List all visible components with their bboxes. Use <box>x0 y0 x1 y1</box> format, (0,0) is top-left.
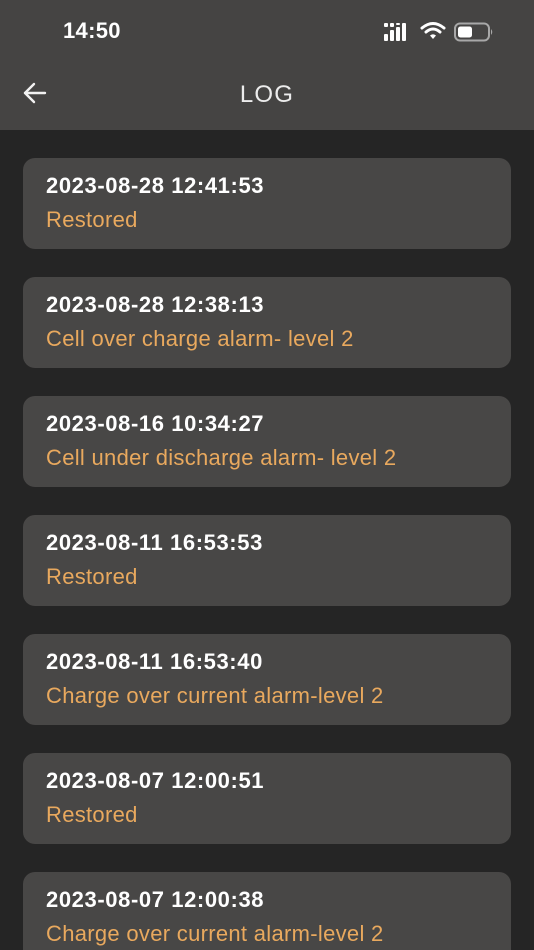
log-list: 2023-08-28 12:41:53 Restored 2023-08-28 12… <box>23 158 511 950</box>
log-entry[interactable]: 2023-08-11 16:53:40 Charge over current a… <box>23 634 511 725</box>
log-entry-timestamp: 2023-08-28 12:41:53 <box>46 173 265 198</box>
log-screen: 14:50 LOG 2023-08-28 12:41:53 Restored 2… <box>0 0 534 950</box>
log-entry[interactable]: 2023-08-11 16:53:53 Restored <box>23 515 511 606</box>
log-entry-message: Charge over current alarm-level 2 <box>46 683 384 708</box>
top-bar: 14:50 LOG <box>0 0 534 130</box>
battery-icon <box>454 22 493 42</box>
log-entry-timestamp: 2023-08-07 12:00:38 <box>46 887 265 912</box>
log-entry[interactable]: 2023-08-28 12:41:53 Restored <box>23 158 511 249</box>
wifi-icon <box>420 22 446 39</box>
log-entry-message: Cell under discharge alarm- level 2 <box>46 445 397 470</box>
log-entry-message: Cell over charge alarm- level 2 <box>46 326 354 351</box>
log-entry-message: Restored <box>46 564 138 589</box>
log-entry[interactable]: 2023-08-28 12:38:13 Cell over charge alar… <box>23 277 511 368</box>
log-entry[interactable]: 2023-08-16 10:34:27 Cell under discharge … <box>23 396 511 487</box>
page-title: LOG <box>239 81 295 108</box>
log-entry[interactable]: 2023-08-07 12:00:38 Charge over current a… <box>23 872 511 950</box>
log-entry-timestamp: 2023-08-28 12:38:13 <box>46 292 265 317</box>
log-entry-timestamp: 2023-08-07 12:00:51 <box>46 768 265 793</box>
status-bar: 14:50 <box>0 0 534 64</box>
log-entry-timestamp: 2023-08-11 16:53:53 <box>46 530 263 555</box>
status-time: 14:50 <box>63 18 121 43</box>
log-entry[interactable]: 2023-08-07 12:00:51 Restored <box>23 753 511 844</box>
log-entry-timestamp: 2023-08-11 16:53:40 <box>46 649 263 674</box>
header: LOG <box>0 64 534 130</box>
log-entry-timestamp: 2023-08-16 10:34:27 <box>46 411 265 436</box>
signal-icon <box>384 23 406 41</box>
log-entry-message: Restored <box>46 802 138 827</box>
log-entry-message: Restored <box>46 207 138 232</box>
log-entry-message: Charge over current alarm-level 2 <box>46 921 384 946</box>
